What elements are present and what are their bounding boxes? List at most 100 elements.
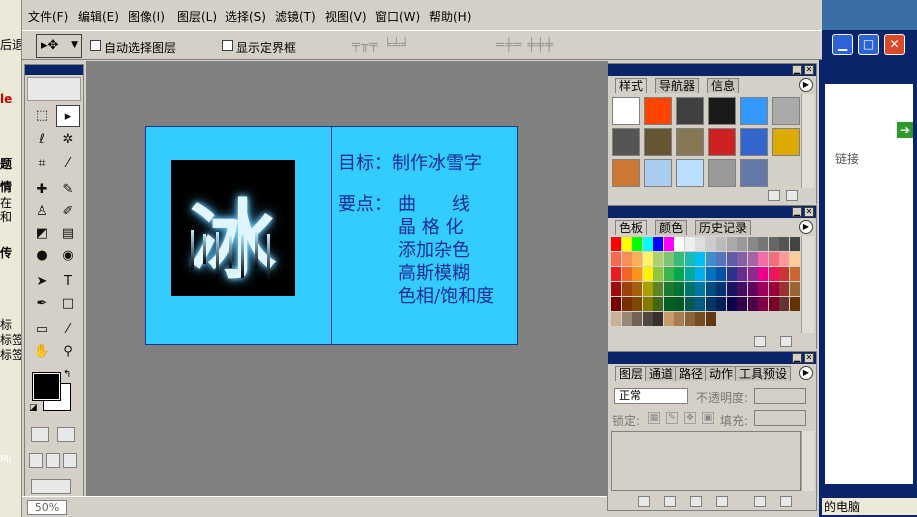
delete-swatch-button[interactable] bbox=[780, 336, 792, 347]
menu-select[interactable]: 选择(S) bbox=[225, 8, 266, 25]
tab-color[interactable]: 颜色 bbox=[655, 220, 688, 235]
tab-paths[interactable]: 路径 bbox=[675, 366, 708, 381]
style-swatch[interactable] bbox=[644, 97, 672, 125]
color-swatch[interactable] bbox=[737, 267, 747, 281]
slice-tool-icon[interactable]: ⁄ bbox=[56, 153, 80, 175]
color-swatch[interactable] bbox=[695, 252, 705, 266]
notes-tool-icon[interactable]: ▭ bbox=[30, 319, 54, 341]
new-swatch-button[interactable] bbox=[754, 336, 766, 347]
color-swatch[interactable] bbox=[716, 282, 726, 296]
color-swatch[interactable] bbox=[674, 312, 684, 326]
document-canvas[interactable]: 冰 目标：制作冰雪字 要点： 曲 线 晶 格 化 添加杂色 高斯模糊 色相/饱和… bbox=[145, 126, 518, 345]
color-swatch[interactable] bbox=[716, 312, 726, 326]
quick-mask-button[interactable] bbox=[57, 427, 75, 442]
tab-history[interactable]: 历史记录 bbox=[695, 220, 752, 235]
palette-close-button[interactable]: ✕ bbox=[804, 353, 814, 363]
color-swatch[interactable] bbox=[663, 297, 674, 311]
color-swatch[interactable] bbox=[674, 252, 684, 266]
color-swatch[interactable] bbox=[716, 267, 726, 281]
color-swatch[interactable] bbox=[737, 237, 747, 251]
screen-mode-full-menu-button[interactable] bbox=[46, 453, 60, 468]
delete-layer-button[interactable] bbox=[780, 496, 792, 507]
color-swatch[interactable] bbox=[705, 312, 716, 326]
color-swatch[interactable] bbox=[747, 267, 758, 281]
eraser-tool-icon[interactable]: ◩ bbox=[30, 223, 54, 245]
style-swatch[interactable] bbox=[676, 97, 704, 125]
crop-tool-icon[interactable]: ⌗ bbox=[30, 153, 54, 175]
shape-tool-icon[interactable]: □ bbox=[56, 293, 80, 315]
color-swatch[interactable] bbox=[621, 297, 632, 311]
menu-file[interactable]: 文件(F) bbox=[28, 8, 68, 25]
lock-transparency-icon[interactable]: ▦ bbox=[648, 412, 660, 424]
style-swatch[interactable] bbox=[740, 128, 768, 156]
zoom-tool-icon[interactable]: ⚲ bbox=[56, 341, 80, 363]
tab-channels[interactable]: 通道 bbox=[645, 366, 678, 381]
style-swatch[interactable] bbox=[676, 128, 704, 156]
layers-scrollbar[interactable] bbox=[801, 431, 814, 491]
color-swatch[interactable] bbox=[695, 282, 705, 296]
photoshop-logo[interactable] bbox=[27, 77, 81, 101]
clone-stamp-icon[interactable]: ♙ bbox=[30, 201, 54, 223]
color-swatch[interactable] bbox=[632, 237, 642, 251]
color-swatch[interactable] bbox=[684, 312, 695, 326]
menu-window[interactable]: 窗口(W) bbox=[375, 8, 420, 25]
move-tool-icon[interactable]: ▸ bbox=[56, 105, 80, 127]
color-swatch[interactable] bbox=[726, 297, 737, 311]
go-arrow-icon[interactable]: ➔ bbox=[897, 122, 913, 138]
brush-tool-icon[interactable]: ✎ bbox=[56, 179, 80, 201]
lock-position-icon[interactable]: ✥ bbox=[684, 412, 696, 424]
color-swatch[interactable] bbox=[632, 297, 642, 311]
hand-tool-icon[interactable]: ✋ bbox=[30, 341, 54, 363]
color-swatch[interactable] bbox=[653, 237, 663, 251]
magic-wand-icon[interactable]: ✲ bbox=[56, 129, 80, 151]
palette-menu-icon[interactable]: ▶ bbox=[799, 78, 813, 92]
color-swatch[interactable] bbox=[789, 237, 800, 251]
color-swatch[interactable] bbox=[789, 297, 800, 311]
history-brush-icon[interactable]: ✐ bbox=[56, 201, 80, 223]
color-swatch[interactable] bbox=[758, 267, 768, 281]
color-swatch[interactable] bbox=[768, 252, 779, 266]
color-swatch[interactable] bbox=[705, 297, 716, 311]
tab-tool-presets[interactable]: 工具预设 bbox=[735, 366, 792, 381]
color-swatch[interactable] bbox=[768, 297, 779, 311]
color-swatch[interactable] bbox=[779, 282, 789, 296]
menu-help[interactable]: 帮助(H) bbox=[429, 8, 471, 25]
color-swatch[interactable] bbox=[726, 252, 737, 266]
color-swatch[interactable] bbox=[695, 312, 705, 326]
color-swatch[interactable] bbox=[726, 267, 737, 281]
color-swatch[interactable] bbox=[779, 237, 789, 251]
minimize-button[interactable]: ▁ bbox=[832, 34, 853, 55]
color-swatch[interactable] bbox=[747, 282, 758, 296]
color-swatch[interactable] bbox=[642, 282, 653, 296]
eyedropper-icon[interactable]: ⁄ bbox=[56, 319, 80, 341]
menu-edit[interactable]: 编辑(E) bbox=[78, 8, 119, 25]
style-swatch[interactable] bbox=[644, 128, 672, 156]
color-swatch[interactable] bbox=[674, 297, 684, 311]
palette-menu-icon[interactable]: ▶ bbox=[799, 366, 813, 380]
color-swatch[interactable] bbox=[726, 237, 737, 251]
color-swatch[interactable] bbox=[653, 312, 663, 326]
color-swatch[interactable] bbox=[611, 312, 621, 326]
color-swatch[interactable] bbox=[695, 237, 705, 251]
color-swatch[interactable] bbox=[684, 252, 695, 266]
layers-list[interactable] bbox=[611, 431, 801, 491]
color-swatch[interactable] bbox=[653, 282, 663, 296]
screen-mode-standard-button[interactable] bbox=[29, 453, 43, 468]
lock-image-icon[interactable]: ✎ bbox=[666, 412, 678, 424]
tool-preset-picker[interactable]: ▸✥ ▼ bbox=[36, 34, 82, 58]
palette-minimize-button[interactable]: ▁ bbox=[792, 207, 802, 217]
color-swatch[interactable] bbox=[611, 237, 621, 251]
color-swatch[interactable] bbox=[663, 267, 674, 281]
color-swatch[interactable] bbox=[684, 267, 695, 281]
color-swatch[interactable] bbox=[747, 297, 758, 311]
color-swatch[interactable] bbox=[653, 252, 663, 266]
color-swatch[interactable] bbox=[789, 267, 800, 281]
gradient-tool-icon[interactable]: ▤ bbox=[56, 223, 80, 245]
color-swatch[interactable] bbox=[758, 312, 768, 326]
color-swatch[interactable] bbox=[758, 282, 768, 296]
tab-info[interactable]: 信息 bbox=[707, 78, 740, 93]
style-swatch[interactable] bbox=[612, 97, 640, 125]
color-swatch[interactable] bbox=[705, 282, 716, 296]
color-swatch[interactable] bbox=[674, 267, 684, 281]
color-swatch[interactable] bbox=[716, 252, 726, 266]
